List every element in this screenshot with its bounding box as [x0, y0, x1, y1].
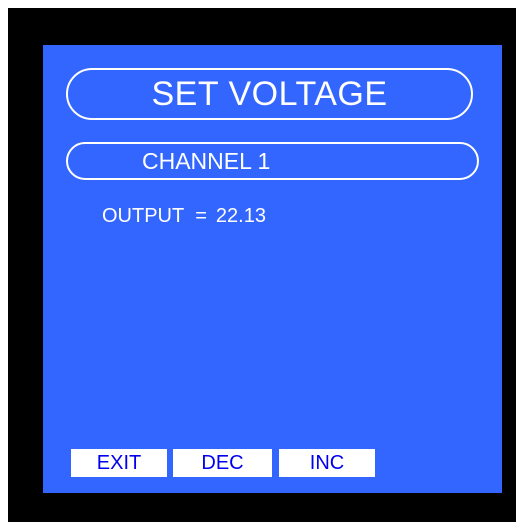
- output-readout: OUTPUT = 22.13: [102, 206, 266, 226]
- exit-button[interactable]: EXIT: [71, 449, 167, 477]
- output-value: 22.13: [215, 205, 266, 227]
- channel-label: CHANNEL 1: [142, 148, 271, 174]
- screen-title-text: SET VOLTAGE: [151, 75, 388, 113]
- increment-button[interactable]: INC: [279, 449, 375, 477]
- decrement-button[interactable]: DEC: [173, 449, 272, 477]
- increment-button-label: INC: [309, 452, 345, 474]
- output-label: OUTPUT: [102, 205, 185, 227]
- channel-indicator: CHANNEL 1: [66, 142, 479, 180]
- screen-title: SET VOLTAGE: [66, 68, 473, 120]
- output-equals: =: [195, 205, 207, 227]
- exit-button-label: EXIT: [96, 452, 142, 474]
- decrement-button-label: DEC: [201, 452, 244, 474]
